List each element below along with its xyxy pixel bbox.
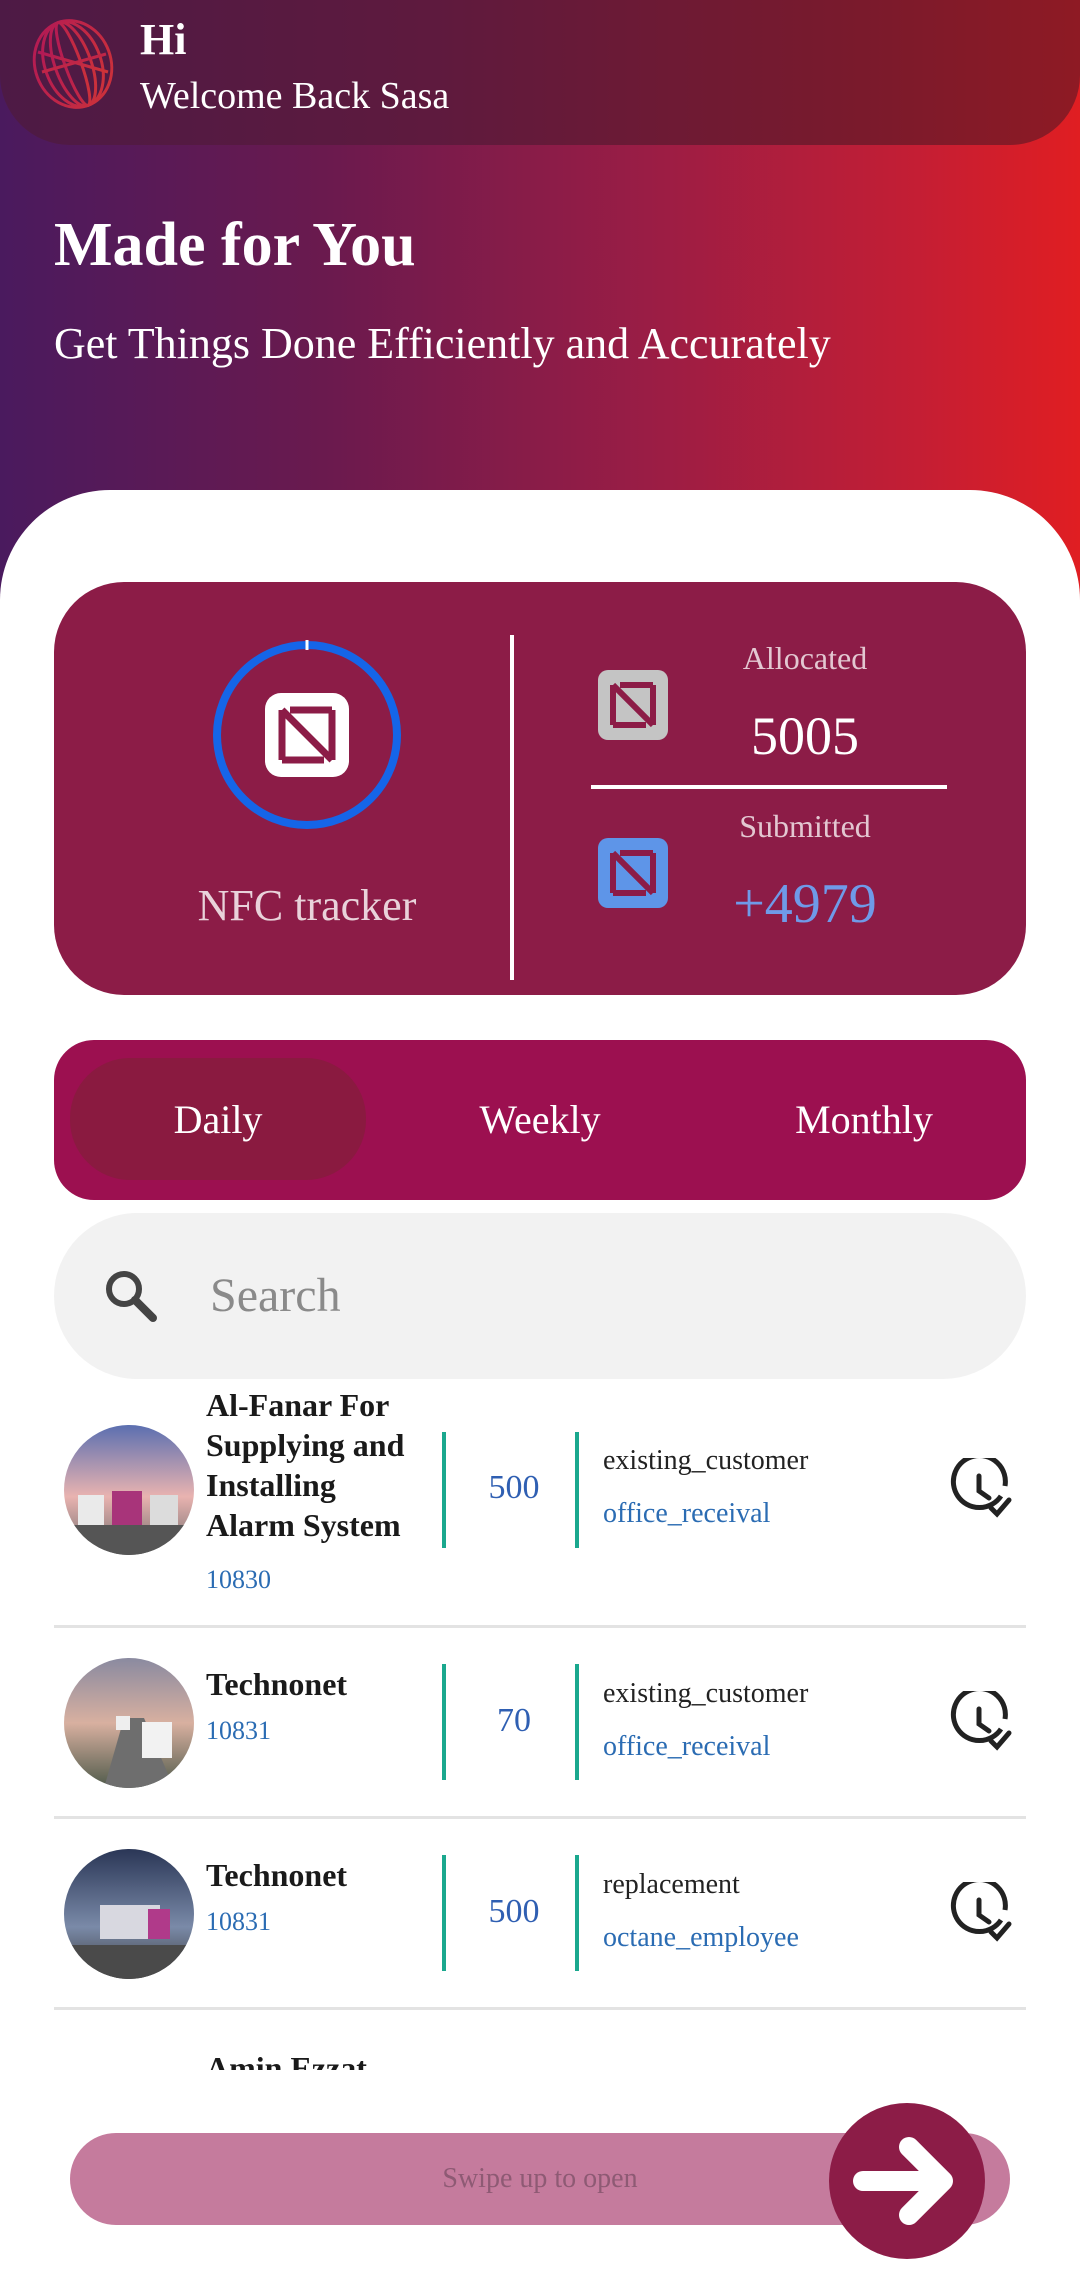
- row-id: 10830: [206, 1565, 271, 1594]
- row-id: 10831: [206, 1716, 271, 1745]
- row-type: existing_customer: [603, 1445, 809, 1476]
- open-button[interactable]: [829, 2103, 985, 2259]
- card-vertical-divider: [510, 635, 514, 980]
- search-bar[interactable]: [54, 1213, 1026, 1379]
- allocated-label: Allocated: [742, 640, 868, 676]
- list-item[interactable]: Technonet 10831 70 existing_customer off…: [54, 1628, 1026, 1819]
- avatar: [64, 1658, 194, 1788]
- nfc-submitted-icon: [598, 838, 668, 908]
- top-bar: Hi Welcome Back Sasa: [0, 0, 1080, 145]
- nfc-allocated-icon: [598, 670, 668, 740]
- row-name: Al-Fanar For Supplying and Installing Al…: [206, 1387, 405, 1543]
- swipe-label: Swipe up to open: [442, 2163, 638, 2194]
- nfc-progress-ring: [213, 640, 401, 829]
- clock-check-icon[interactable]: [949, 1691, 1013, 1755]
- tab-monthly[interactable]: Monthly: [716, 1058, 1012, 1180]
- row-type: existing_customer: [603, 1678, 809, 1709]
- company-logo-icon: [32, 19, 114, 109]
- teal-divider: [575, 1432, 579, 1548]
- allocated-value: 5005: [751, 706, 859, 766]
- row-name: Amin Ezzat: [206, 2050, 367, 2070]
- greeting-welcome: Welcome Back Sasa: [140, 75, 450, 117]
- search-icon: [106, 1271, 157, 1322]
- row-source: octane_employee: [603, 1922, 799, 1953]
- avatar: [64, 1849, 194, 1979]
- card-horizontal-divider: [591, 785, 947, 789]
- teal-divider: [575, 1855, 579, 1971]
- row-quantity: 500: [488, 1893, 540, 1930]
- row-source: office_receival: [603, 1498, 771, 1529]
- nfc-tracker-label: NFC tracker: [197, 881, 417, 930]
- row-type: replacement: [603, 1869, 740, 1900]
- hero-subtitle: Get Things Done Efficiently and Accurate…: [54, 319, 831, 368]
- submitted-label: Submitted: [739, 808, 871, 844]
- list-item[interactable]: Amin Ezzat: [54, 2010, 1026, 2070]
- tab-daily[interactable]: Daily: [70, 1058, 366, 1180]
- search-input[interactable]: Search: [210, 1268, 341, 1323]
- tab-weekly[interactable]: Weekly: [392, 1058, 688, 1180]
- row-id: 10831: [206, 1907, 271, 1936]
- clock-check-icon[interactable]: [949, 1882, 1013, 1946]
- row-quantity: 500: [488, 1469, 540, 1506]
- arrow-right-icon: [853, 2137, 953, 2225]
- clock-check-icon[interactable]: [949, 1458, 1013, 1522]
- submitted-value: +4979: [733, 873, 877, 935]
- greeting-hi: Hi: [140, 15, 187, 64]
- teal-divider: [575, 1664, 579, 1780]
- record-list: Al-Fanar For Supplying and Installing Al…: [54, 1385, 1026, 2070]
- row-source: office_receival: [603, 1731, 771, 1762]
- list-item[interactable]: Technonet 10831 500 replacement octane_e…: [54, 1819, 1026, 2010]
- avatar: [64, 1425, 194, 1555]
- row-quantity: 70: [497, 1702, 531, 1739]
- hero-title: Made for You: [54, 211, 416, 279]
- row-name: Technonet: [206, 1857, 348, 1893]
- row-name: Technonet: [206, 1666, 348, 1702]
- list-item[interactable]: Al-Fanar For Supplying and Installing Al…: [54, 1385, 1026, 1628]
